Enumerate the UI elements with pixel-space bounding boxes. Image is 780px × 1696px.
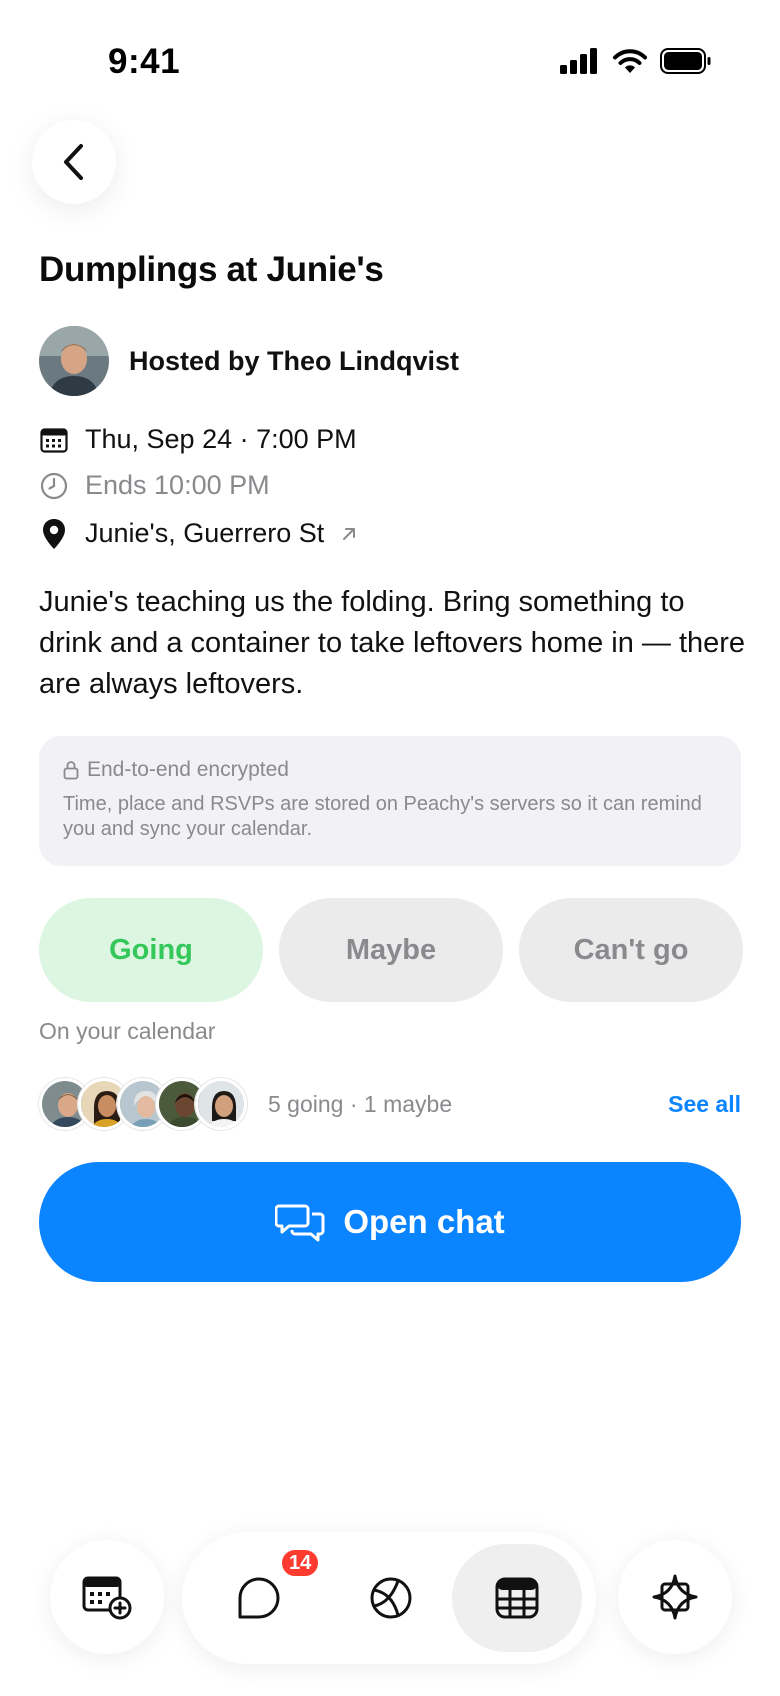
- encryption-notice: End-to-end encrypted Time, place and RSV…: [39, 736, 741, 866]
- clock-icon: [39, 471, 69, 501]
- attendees-row: 5 going · 1 maybe See all: [39, 1076, 741, 1132]
- encryption-body: Time, place and RSVPs are stored on Peac…: [63, 793, 702, 840]
- cellular-signal-icon: [560, 48, 597, 74]
- attendee-count: 5 going · 1 maybe: [268, 1090, 453, 1117]
- battery-icon: [660, 48, 711, 74]
- attendee-avatars[interactable]: [39, 1078, 247, 1130]
- host-name: Hosted by Theo Lindqvist: [129, 345, 460, 376]
- event-location[interactable]: Junie's, Guerrero St: [85, 518, 324, 549]
- tab-discover[interactable]: [618, 1540, 732, 1654]
- rsvp-cant-go-button[interactable]: Can't go: [519, 898, 743, 1002]
- chevron-left-icon: [64, 144, 83, 180]
- chat-unread-badge: 14: [280, 1548, 321, 1578]
- tab-circles[interactable]: [336, 1544, 446, 1652]
- back-button[interactable]: [32, 120, 116, 204]
- tab-new-event[interactable]: [50, 1540, 164, 1654]
- encryption-title-row: End-to-end encrypted: [63, 758, 717, 782]
- see-all-link[interactable]: See all: [668, 1091, 741, 1118]
- chat-bubbles-icon: [275, 1204, 325, 1242]
- circles-icon: [370, 1577, 412, 1619]
- rsvp-maybe-button[interactable]: Maybe: [279, 898, 503, 1002]
- event-end: Ends 10:00 PM: [85, 470, 270, 500]
- host-avatar[interactable]: [39, 326, 109, 396]
- open-chat-label: Open chat: [343, 1203, 505, 1240]
- calendar-icon: [39, 425, 69, 455]
- wifi-icon: [613, 49, 647, 73]
- status-time: 9:41: [108, 42, 181, 81]
- tab-group: 14: [182, 1532, 596, 1664]
- event-location-row[interactable]: Junie's, Guerrero St: [39, 518, 358, 549]
- tab-bar: 14: [0, 1520, 780, 1696]
- event-date-row: Thu, Sep 24 · 7:00 PM: [39, 424, 357, 455]
- sparkle-icon: [652, 1574, 698, 1620]
- event-date: Thu, Sep 24 · 7:00 PM: [85, 424, 357, 454]
- host-row[interactable]: Hosted by Theo Lindqvist: [39, 326, 459, 396]
- calendar-status: On your calendar: [39, 1018, 216, 1044]
- rsvp-options: Going Maybe Can't go: [39, 898, 743, 1002]
- lock-icon: [63, 761, 79, 780]
- attendee-avatar: [195, 1078, 247, 1130]
- calendar-add-icon: [82, 1576, 132, 1620]
- event-end-row: Ends 10:00 PM: [39, 470, 270, 501]
- tab-events[interactable]: [452, 1544, 582, 1652]
- location-pin-icon: [39, 518, 69, 549]
- encryption-title: End-to-end encrypted: [87, 758, 289, 781]
- event-title: Dumplings at Junie's: [39, 250, 384, 289]
- tab-chats[interactable]: 14: [204, 1544, 321, 1652]
- event-description: Junie's teaching us the folding. Bring s…: [39, 586, 746, 700]
- open-chat-button[interactable]: Open chat: [39, 1162, 741, 1282]
- table-icon: [495, 1577, 539, 1619]
- status-bar: 9:41: [0, 0, 780, 120]
- status-icons: [560, 48, 712, 74]
- chat-bubble-icon: [238, 1577, 280, 1619]
- external-arrow-icon: [343, 527, 356, 540]
- rsvp-going-button[interactable]: Going: [39, 898, 263, 1002]
